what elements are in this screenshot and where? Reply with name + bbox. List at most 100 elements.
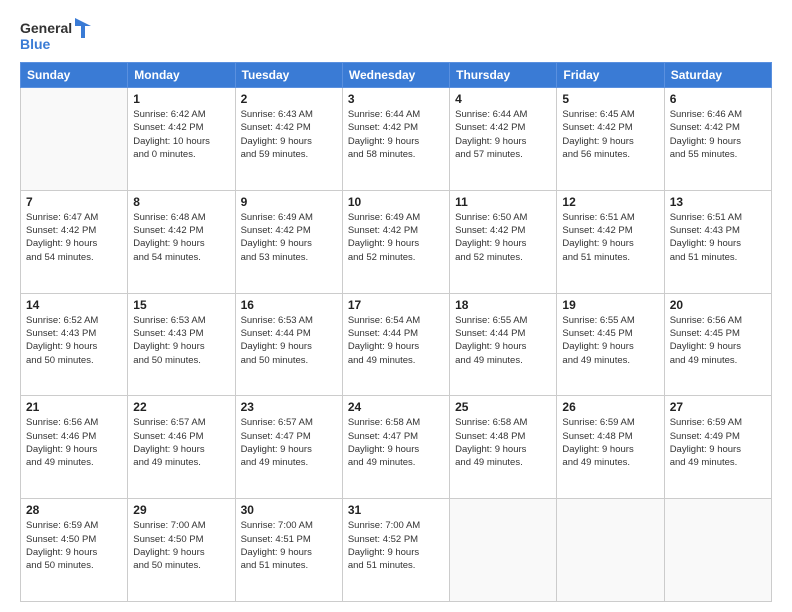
weekday-header-sunday: Sunday — [21, 63, 128, 88]
day-number: 10 — [348, 195, 444, 209]
day-info: Sunrise: 6:48 AMSunset: 4:42 PMDaylight:… — [133, 211, 229, 264]
day-info: Sunrise: 6:53 AMSunset: 4:44 PMDaylight:… — [241, 314, 337, 367]
day-info: Sunrise: 6:58 AMSunset: 4:47 PMDaylight:… — [348, 416, 444, 469]
calendar-cell: 16Sunrise: 6:53 AMSunset: 4:44 PMDayligh… — [235, 293, 342, 396]
day-number: 30 — [241, 503, 337, 517]
day-info: Sunrise: 6:44 AMSunset: 4:42 PMDaylight:… — [348, 108, 444, 161]
day-number: 18 — [455, 298, 551, 312]
day-info: Sunrise: 7:00 AMSunset: 4:52 PMDaylight:… — [348, 519, 444, 572]
calendar-cell: 27 Sunrise: 6:59 AMSunset: 4:49 PMDayligh… — [664, 396, 771, 499]
weekday-header-row: SundayMondayTuesdayWednesdayThursdayFrid… — [21, 63, 772, 88]
calendar-cell: 25Sunrise: 6:58 AMSunset: 4:48 PMDayligh… — [450, 396, 557, 499]
day-number: 31 — [348, 503, 444, 517]
day-number: 7 — [26, 195, 122, 209]
day-number: 11 — [455, 195, 551, 209]
logo-arrow-icon — [75, 18, 91, 38]
calendar-cell: 28 Sunrise: 6:59 AMSunset: 4:50 PMDayligh… — [21, 499, 128, 602]
day-number: 24 — [348, 400, 444, 414]
weekday-header-monday: Monday — [128, 63, 235, 88]
day-info: Sunrise: 6:53 AMSunset: 4:43 PMDaylight:… — [133, 314, 229, 367]
day-info: Sunrise: 6:55 AMSunset: 4:45 PMDaylight:… — [562, 314, 658, 367]
day-info: Sunrise: 6:56 AMSunset: 4:46 PMDaylight:… — [26, 416, 122, 469]
weekday-header-thursday: Thursday — [450, 63, 557, 88]
day-info: Sunrise: 6:46 AMSunset: 4:42 PMDaylight:… — [670, 108, 766, 161]
calendar-cell — [664, 499, 771, 602]
logo: General Blue — [20, 18, 91, 52]
calendar-cell: 4Sunrise: 6:44 AMSunset: 4:42 PMDaylight… — [450, 88, 557, 191]
day-number: 14 — [26, 298, 122, 312]
calendar-cell: 22 Sunrise: 6:57 AMSunset: 4:46 PMDayligh… — [128, 396, 235, 499]
day-info: Sunrise: 6:59 AMSunset: 4:49 PMDaylight:… — [670, 416, 766, 469]
day-info: Sunrise: 6:51 AMSunset: 4:42 PMDaylight:… — [562, 211, 658, 264]
calendar-cell: 8 Sunrise: 6:48 AMSunset: 4:42 PMDaylight… — [128, 190, 235, 293]
calendar-cell: 30 Sunrise: 7:00 AMSunset: 4:51 PMDayligh… — [235, 499, 342, 602]
day-number: 27 — [670, 400, 766, 414]
day-info: Sunrise: 6:49 AMSunset: 4:42 PMDaylight:… — [241, 211, 337, 264]
calendar-cell — [450, 499, 557, 602]
day-number: 13 — [670, 195, 766, 209]
day-number: 6 — [670, 92, 766, 106]
calendar-cell: 10 Sunrise: 6:49 AMSunset: 4:42 PMDayligh… — [342, 190, 449, 293]
week-row-3: 14 Sunrise: 6:52 AMSunset: 4:43 PMDayligh… — [21, 293, 772, 396]
day-number: 15 — [133, 298, 229, 312]
day-number: 25 — [455, 400, 551, 414]
day-info: Sunrise: 6:47 AMSunset: 4:42 PMDaylight:… — [26, 211, 122, 264]
calendar-cell: 12 Sunrise: 6:51 AMSunset: 4:42 PMDayligh… — [557, 190, 664, 293]
day-number: 3 — [348, 92, 444, 106]
calendar-cell — [557, 499, 664, 602]
day-info: Sunrise: 7:00 AMSunset: 4:50 PMDaylight:… — [133, 519, 229, 572]
calendar-cell: 17 Sunrise: 6:54 AMSunset: 4:44 PMDayligh… — [342, 293, 449, 396]
day-number: 19 — [562, 298, 658, 312]
calendar-cell: 13 Sunrise: 6:51 AMSunset: 4:43 PMDayligh… — [664, 190, 771, 293]
day-info: Sunrise: 6:54 AMSunset: 4:44 PMDaylight:… — [348, 314, 444, 367]
day-number: 17 — [348, 298, 444, 312]
day-number: 26 — [562, 400, 658, 414]
calendar-table: SundayMondayTuesdayWednesdayThursdayFrid… — [20, 62, 772, 602]
day-number: 21 — [26, 400, 122, 414]
calendar-cell: 14 Sunrise: 6:52 AMSunset: 4:43 PMDayligh… — [21, 293, 128, 396]
day-number: 28 — [26, 503, 122, 517]
day-info: Sunrise: 6:57 AMSunset: 4:46 PMDaylight:… — [133, 416, 229, 469]
day-number: 23 — [241, 400, 337, 414]
calendar-cell: 7 Sunrise: 6:47 AMSunset: 4:42 PMDaylight… — [21, 190, 128, 293]
calendar-cell: 31 Sunrise: 7:00 AMSunset: 4:52 PMDayligh… — [342, 499, 449, 602]
day-number: 4 — [455, 92, 551, 106]
day-info: Sunrise: 6:49 AMSunset: 4:42 PMDaylight:… — [348, 211, 444, 264]
day-info: Sunrise: 6:43 AMSunset: 4:42 PMDaylight:… — [241, 108, 337, 161]
day-number: 2 — [241, 92, 337, 106]
calendar-cell: 5Sunrise: 6:45 AMSunset: 4:42 PMDaylight… — [557, 88, 664, 191]
day-info: Sunrise: 6:55 AMSunset: 4:44 PMDaylight:… — [455, 314, 551, 367]
day-info: Sunrise: 6:57 AMSunset: 4:47 PMDaylight:… — [241, 416, 337, 469]
calendar-cell: 24 Sunrise: 6:58 AMSunset: 4:47 PMDayligh… — [342, 396, 449, 499]
calendar-cell: 18 Sunrise: 6:55 AMSunset: 4:44 PMDayligh… — [450, 293, 557, 396]
day-number: 20 — [670, 298, 766, 312]
day-number: 9 — [241, 195, 337, 209]
calendar-cell: 23 Sunrise: 6:57 AMSunset: 4:47 PMDayligh… — [235, 396, 342, 499]
day-info: Sunrise: 7:00 AMSunset: 4:51 PMDaylight:… — [241, 519, 337, 572]
week-row-2: 7 Sunrise: 6:47 AMSunset: 4:42 PMDaylight… — [21, 190, 772, 293]
page: General Blue SundayMondayTuesdayWednesda… — [0, 0, 792, 612]
day-info: Sunrise: 6:42 AMSunset: 4:42 PMDaylight:… — [133, 108, 229, 161]
day-info: Sunrise: 6:52 AMSunset: 4:43 PMDaylight:… — [26, 314, 122, 367]
logo-blue-text: Blue — [20, 36, 50, 52]
day-info: Sunrise: 6:45 AMSunset: 4:42 PMDaylight:… — [562, 108, 658, 161]
day-info: Sunrise: 6:51 AMSunset: 4:43 PMDaylight:… — [670, 211, 766, 264]
weekday-header-wednesday: Wednesday — [342, 63, 449, 88]
weekday-header-tuesday: Tuesday — [235, 63, 342, 88]
calendar-cell: 19 Sunrise: 6:55 AMSunset: 4:45 PMDayligh… — [557, 293, 664, 396]
day-info: Sunrise: 6:59 AMSunset: 4:48 PMDaylight:… — [562, 416, 658, 469]
calendar-cell: 9 Sunrise: 6:49 AMSunset: 4:42 PMDaylight… — [235, 190, 342, 293]
calendar-cell: 20Sunrise: 6:56 AMSunset: 4:45 PMDayligh… — [664, 293, 771, 396]
day-number: 8 — [133, 195, 229, 209]
calendar-cell: 29Sunrise: 7:00 AMSunset: 4:50 PMDayligh… — [128, 499, 235, 602]
day-number: 1 — [133, 92, 229, 106]
calendar-cell: 1 Sunrise: 6:42 AMSunset: 4:42 PMDaylight… — [128, 88, 235, 191]
calendar-cell: 21 Sunrise: 6:56 AMSunset: 4:46 PMDayligh… — [21, 396, 128, 499]
day-number: 12 — [562, 195, 658, 209]
day-info: Sunrise: 6:59 AMSunset: 4:50 PMDaylight:… — [26, 519, 122, 572]
weekday-header-friday: Friday — [557, 63, 664, 88]
day-number: 22 — [133, 400, 229, 414]
calendar-cell: 26 Sunrise: 6:59 AMSunset: 4:48 PMDayligh… — [557, 396, 664, 499]
calendar-cell: 6 Sunrise: 6:46 AMSunset: 4:42 PMDaylight… — [664, 88, 771, 191]
logo-general-text: General — [20, 20, 72, 36]
